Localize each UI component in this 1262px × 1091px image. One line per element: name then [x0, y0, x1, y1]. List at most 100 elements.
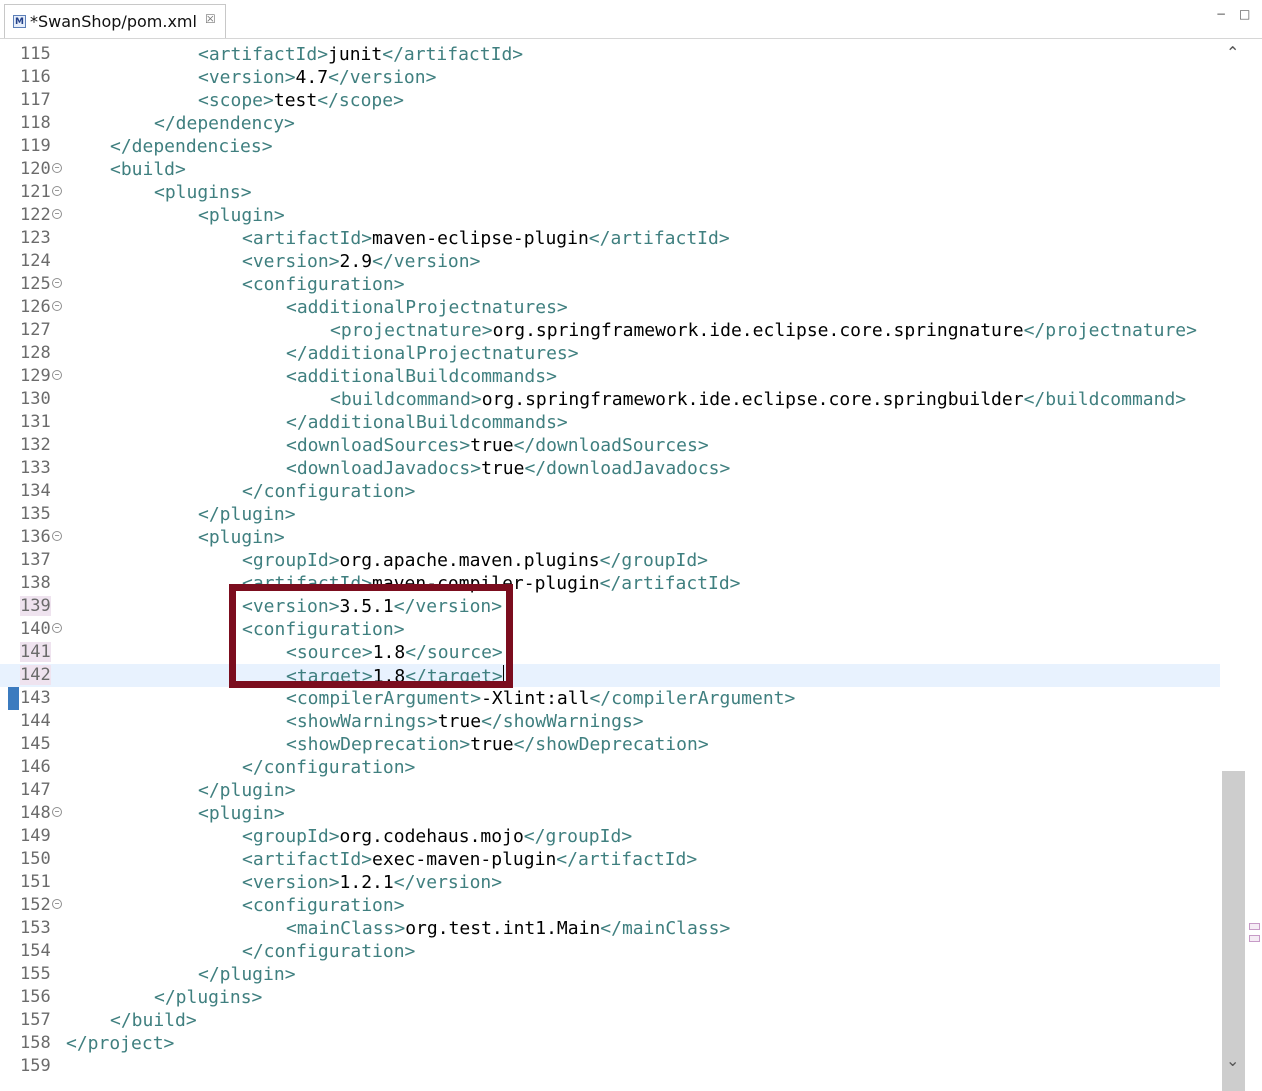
fold-collapse-icon[interactable]: − — [52, 899, 62, 909]
code-line[interactable]: 141 <source>1.8</source> — [0, 641, 1220, 664]
code-text: </configuration> — [242, 941, 415, 962]
code-line[interactable]: 153 <mainClass>org.test.int1.Main</mainCl… — [0, 917, 1220, 940]
fold-collapse-icon[interactable]: − — [52, 278, 62, 288]
xml-tag: </version> — [328, 67, 437, 88]
code-line[interactable]: 159 — [0, 1055, 1220, 1076]
line-number: 155 — [20, 964, 51, 984]
code-line[interactable]: 139 <version>3.5.1</version> — [0, 595, 1220, 618]
code-text: <configuration> — [242, 895, 405, 916]
code-line[interactable]: 124 <version>2.9</version> — [0, 250, 1220, 273]
code-line[interactable]: 127 <projectnature>org.springframework.id… — [0, 319, 1220, 342]
xml-tag: </buildcommand> — [1023, 389, 1187, 410]
fold-collapse-icon[interactable]: − — [52, 370, 62, 380]
code-text: <version>1.2.1</version> — [242, 872, 502, 893]
xml-tag: </version> — [393, 872, 503, 893]
change-marker[interactable] — [1249, 923, 1260, 930]
xml-tag: <version> — [242, 872, 340, 893]
maximize-icon[interactable]: □ — [1239, 8, 1251, 20]
code-line[interactable]: 118 </dependency> — [0, 112, 1220, 135]
scroll-up-icon[interactable]: ⌃ — [1226, 43, 1239, 62]
fold-collapse-icon[interactable]: − — [52, 163, 62, 173]
xml-tag: <showDeprecation> — [286, 734, 471, 755]
code-text: <artifactId>junit</artifactId> — [198, 44, 523, 65]
xml-value: true — [437, 711, 482, 732]
code-line[interactable]: 129− <additionalBuildcommands> — [0, 365, 1220, 388]
code-line[interactable]: 136− <plugin> — [0, 526, 1220, 549]
code-line[interactable]: 147 </plugin> — [0, 779, 1220, 802]
code-line[interactable]: 130 <buildcommand>org.springframework.ide… — [0, 388, 1220, 411]
fold-collapse-icon[interactable]: − — [52, 623, 62, 633]
code-line[interactable]: 146 </configuration> — [0, 756, 1220, 779]
code-line[interactable]: 135 </plugin> — [0, 503, 1220, 526]
code-line[interactable]: 119 </dependencies> — [0, 135, 1220, 158]
code-line[interactable]: 134 </configuration> — [0, 480, 1220, 503]
xml-tag: <groupId> — [242, 550, 340, 571]
tab-pom-xml[interactable]: M *SwanShop/pom.xml ☒ — [4, 4, 226, 38]
code-text: </additionalProjectnatures> — [286, 343, 579, 364]
fold-collapse-icon[interactable]: − — [52, 186, 62, 196]
change-marker[interactable] — [1249, 935, 1260, 942]
code-line[interactable]: 157 </build> — [0, 1009, 1220, 1032]
code-text: <plugin> — [198, 205, 285, 226]
code-line[interactable]: 155 </plugin> — [0, 963, 1220, 986]
code-line[interactable]: 145 <showDeprecation>true</showDeprecatio… — [0, 733, 1220, 756]
code-line[interactable]: 132 <downloadSources>true</downloadSource… — [0, 434, 1220, 457]
xml-value: 4.7 — [295, 67, 329, 88]
code-line[interactable]: 140− <configuration> — [0, 618, 1220, 641]
xml-tag: </downloadSources> — [513, 435, 709, 456]
line-number: 120 — [20, 159, 51, 179]
code-line[interactable]: 115 <artifactId>junit</artifactId> — [0, 43, 1220, 66]
xml-tag: <projectnature> — [330, 320, 493, 341]
code-line[interactable]: 158 </project> — [0, 1032, 1220, 1055]
vertical-scrollbar[interactable]: ⌃ ⌄ — [1220, 39, 1248, 1091]
code-line[interactable]: 116 <version>4.7</version> — [0, 66, 1220, 89]
xml-tag: </configuration> — [242, 757, 416, 778]
code-line[interactable]: 149 <groupId>org.codehaus.mojo</groupId> — [0, 825, 1220, 848]
code-line[interactable]: 120− <build> — [0, 158, 1220, 181]
fold-collapse-icon[interactable]: − — [52, 531, 62, 541]
xml-tag: <build> — [110, 159, 186, 180]
code-line[interactable]: 137 <groupId>org.apache.maven.plugins</gr… — [0, 549, 1220, 572]
code-line[interactable]: 150 <artifactId>exec-maven-plugin</artifa… — [0, 848, 1220, 871]
line-number: 127 — [20, 320, 51, 340]
code-line[interactable]: 154 </configuration> — [0, 940, 1220, 963]
code-line[interactable]: 133 <downloadJavadocs>true</downloadJavad… — [0, 457, 1220, 480]
xml-tag: </artifactId> — [556, 849, 698, 870]
code-text: <plugin> — [198, 527, 285, 548]
code-text: </configuration> — [242, 757, 415, 778]
line-number: 115 — [20, 44, 51, 64]
fold-collapse-icon[interactable]: − — [52, 209, 62, 219]
code-text: </dependency> — [154, 113, 295, 134]
xml-value: org.springframework.ide.eclipse.core.spr… — [481, 389, 1024, 410]
code-line[interactable]: 125− <configuration> — [0, 273, 1220, 296]
xml-tag: <version> — [198, 67, 296, 88]
code-line[interactable]: 143 <compilerArgument>-Xlint:all</compile… — [0, 687, 1220, 710]
code-line[interactable]: 121− <plugins> — [0, 181, 1220, 204]
code-line[interactable]: 131 </additionalBuildcommands> — [0, 411, 1220, 434]
xml-tag: </additionalProjectnatures> — [286, 343, 579, 364]
close-icon[interactable]: ☒ — [205, 12, 216, 26]
fold-collapse-icon[interactable]: − — [52, 301, 62, 311]
code-line[interactable]: 128 </additionalProjectnatures> — [0, 342, 1220, 365]
code-line[interactable]: 138 <artifactId>maven-compiler-plugin</ar… — [0, 572, 1220, 595]
code-line[interactable]: 142 <target>1.8</target> — [0, 664, 1220, 687]
line-number: 128 — [20, 343, 51, 363]
code-line[interactable]: 151 <version>1.2.1</version> — [0, 871, 1220, 894]
code-line[interactable]: 144 <showWarnings>true</showWarnings> — [0, 710, 1220, 733]
code-line[interactable]: 126− <additionalProjectnatures> — [0, 296, 1220, 319]
code-line[interactable]: 152− <configuration> — [0, 894, 1220, 917]
scroll-down-icon[interactable]: ⌄ — [1226, 1051, 1239, 1070]
code-line[interactable]: 123 <artifactId>maven-eclipse-plugin</art… — [0, 227, 1220, 250]
line-number: 124 — [20, 251, 51, 271]
xml-tag: <additionalBuildcommands> — [286, 366, 557, 387]
fold-collapse-icon[interactable]: − — [52, 807, 62, 817]
code-line[interactable]: 148− <plugin> — [0, 802, 1220, 825]
code-editor[interactable]: 115 <artifactId>junit</artifactId> 116 <ver… — [0, 39, 1220, 1076]
line-number: 140 — [20, 619, 51, 639]
scrollbar-thumb[interactable] — [1222, 771, 1245, 1091]
code-line[interactable]: 117 <scope>test</scope> — [0, 89, 1220, 112]
code-line[interactable]: 156 </plugins> — [0, 986, 1220, 1009]
code-line[interactable]: 122− <plugin> — [0, 204, 1220, 227]
xml-tag: <artifactId> — [242, 849, 373, 870]
minimize-icon[interactable]: − — [1216, 8, 1228, 20]
